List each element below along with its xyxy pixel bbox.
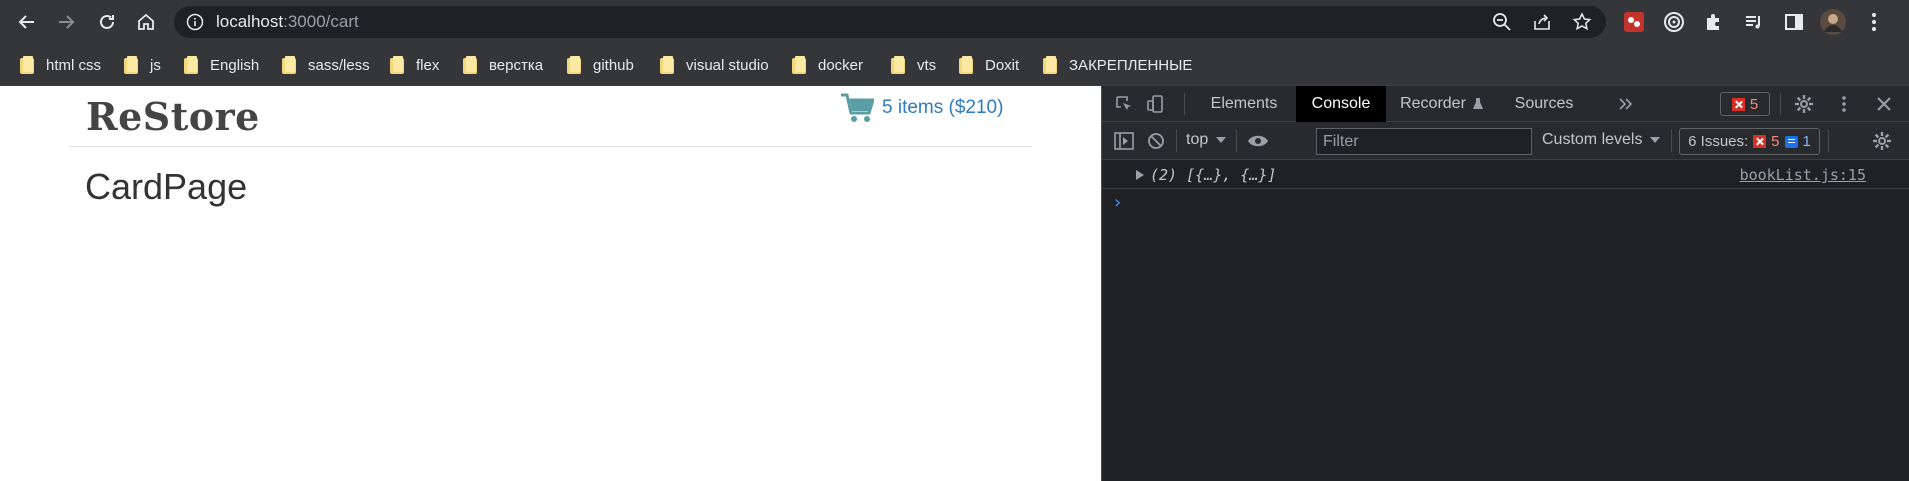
sidebar-toggle-icon[interactable] <box>1112 129 1136 153</box>
info-message-icon <box>1784 135 1798 148</box>
error-icon <box>1753 135 1767 148</box>
tab-elements[interactable]: Elements <box>1198 86 1290 122</box>
extension-target-icon[interactable] <box>1660 8 1688 36</box>
cart-icon <box>841 93 874 122</box>
cart-summary-text[interactable]: 5 items ($210) <box>882 97 1003 119</box>
extension-red-icon[interactable] <box>1620 8 1648 36</box>
log-levels-select[interactable]: Custom levels <box>1542 131 1661 149</box>
bookmark-english[interactable]: English <box>184 54 259 76</box>
menu-kebab-icon[interactable] <box>1860 8 1888 36</box>
tab-console[interactable]: Console <box>1296 86 1386 122</box>
devtools-tabbar: Elements Console Recorder Sources 5 <box>1102 86 1909 122</box>
cart-summary-link[interactable]: 5 items ($210) <box>840 90 1003 126</box>
dropdown-arrow-icon <box>1216 137 1227 143</box>
error-icon <box>1731 97 1745 111</box>
web-page: ReStore 5 items ($210) CardPage <box>0 86 1101 481</box>
bookmark-github[interactable]: github <box>567 54 634 76</box>
toolbar-separator <box>1184 93 1185 115</box>
console-filter-input[interactable] <box>1317 129 1531 154</box>
console-log-row[interactable]: (2) [{…}, {…}] bookList.js:15 <box>1102 162 1909 189</box>
brand-logo[interactable]: ReStore <box>86 94 260 139</box>
expand-triangle-icon[interactable] <box>1136 170 1144 180</box>
console-toolbar: top Custom levels 6 Issues: 5 1 <box>1102 122 1909 160</box>
url-text: localhost:3000/cart <box>216 12 359 31</box>
side-panel-icon[interactable] <box>1780 8 1808 36</box>
bookmark-docker[interactable]: docker <box>792 54 863 76</box>
device-toolbar-icon[interactable] <box>1144 92 1168 116</box>
toolbar-separator <box>1828 130 1829 152</box>
close-devtools-icon[interactable] <box>1872 92 1896 116</box>
folder-icon <box>660 56 676 74</box>
bookmark-html-css[interactable]: html css <box>20 54 101 76</box>
error-count: 5 <box>1749 95 1759 113</box>
folder-icon <box>891 56 907 74</box>
folder-icon <box>124 56 140 74</box>
bookmark-doxit[interactable]: Doxit <box>959 54 1019 76</box>
bookmark-verstka[interactable]: верстка <box>463 54 543 76</box>
bookmark-sass-less[interactable]: sass/less <box>282 54 370 76</box>
toolbar-separator <box>1780 93 1781 115</box>
dropdown-arrow-icon <box>1650 137 1661 143</box>
devtools-menu-icon[interactable] <box>1832 92 1856 116</box>
home-icon[interactable] <box>131 7 161 37</box>
toolbar-separator <box>1176 130 1177 152</box>
bookmark-visual-studio[interactable]: visual studio <box>660 54 769 76</box>
error-count-badge[interactable]: 5 <box>1720 92 1770 116</box>
console-filter-input-wrap <box>1316 128 1532 155</box>
console-log-source-link[interactable]: bookList.js:15 <box>1740 166 1866 184</box>
settings-gear-icon[interactable] <box>1792 92 1816 116</box>
bookmark-js[interactable]: js <box>124 54 161 76</box>
reload-icon[interactable] <box>92 7 122 37</box>
devtools-panel: Elements Console Recorder Sources 5 top … <box>1101 86 1909 481</box>
toolbar-separator <box>1671 130 1672 152</box>
issues-button[interactable]: 6 Issues: 5 1 <box>1679 128 1820 155</box>
tab-recorder[interactable]: Recorder <box>1392 86 1492 122</box>
console-prompt[interactable]: › <box>1112 192 1123 213</box>
issues-label: 6 Issues: <box>1688 133 1749 150</box>
folder-icon <box>1043 56 1059 74</box>
info-icon[interactable] <box>186 13 204 31</box>
context-select[interactable]: top <box>1186 131 1227 149</box>
context-value: top <box>1186 131 1209 148</box>
folder-icon <box>567 56 583 74</box>
extensions-puzzle-icon[interactable] <box>1700 8 1728 36</box>
folder-icon <box>20 56 36 74</box>
browser-toolbar: localhost:3000/cart <box>0 0 1909 44</box>
back-icon[interactable] <box>12 7 42 37</box>
live-expression-eye-icon[interactable] <box>1242 129 1274 153</box>
log-levels-value: Custom levels <box>1542 131 1643 148</box>
header-divider <box>70 146 1032 147</box>
folder-icon <box>463 56 479 74</box>
profile-avatar[interactable] <box>1819 8 1847 36</box>
folder-icon <box>390 56 406 74</box>
tab-recorder-label: Recorder <box>1400 95 1466 112</box>
issues-error-count: 5 <box>1771 133 1780 150</box>
address-bar[interactable]: localhost:3000/cart <box>174 6 1606 38</box>
toolbar-separator <box>1236 130 1237 152</box>
folder-icon <box>959 56 975 74</box>
bookmark-vts[interactable]: vts <box>891 54 936 76</box>
more-tabs-icon[interactable] <box>1614 92 1638 116</box>
folder-icon <box>184 56 200 74</box>
console-settings-gear-icon[interactable] <box>1870 129 1894 153</box>
flask-icon <box>1472 98 1483 109</box>
folder-icon <box>792 56 808 74</box>
media-playlist-icon[interactable] <box>1740 8 1768 36</box>
forward-icon[interactable] <box>51 7 81 37</box>
bookmark-star-icon[interactable] <box>1572 12 1594 34</box>
bookmark-pinned[interactable]: ЗАКРЕПЛЕННЫЕ <box>1043 54 1192 76</box>
issues-info-count: 1 <box>1802 133 1811 150</box>
clear-console-icon[interactable] <box>1144 129 1168 153</box>
folder-icon <box>282 56 298 74</box>
bookmark-flex[interactable]: flex <box>390 54 439 76</box>
page-title: CardPage <box>85 166 248 207</box>
bookmarks-bar: html css js English sass/less flex верст… <box>0 44 1909 86</box>
inspect-element-icon[interactable] <box>1112 92 1136 116</box>
console-log-message[interactable]: (2) [{…}, {…}] <box>1150 166 1276 184</box>
zoom-icon[interactable] <box>1492 12 1514 34</box>
share-icon[interactable] <box>1532 12 1554 34</box>
tab-sources[interactable]: Sources <box>1504 86 1584 122</box>
